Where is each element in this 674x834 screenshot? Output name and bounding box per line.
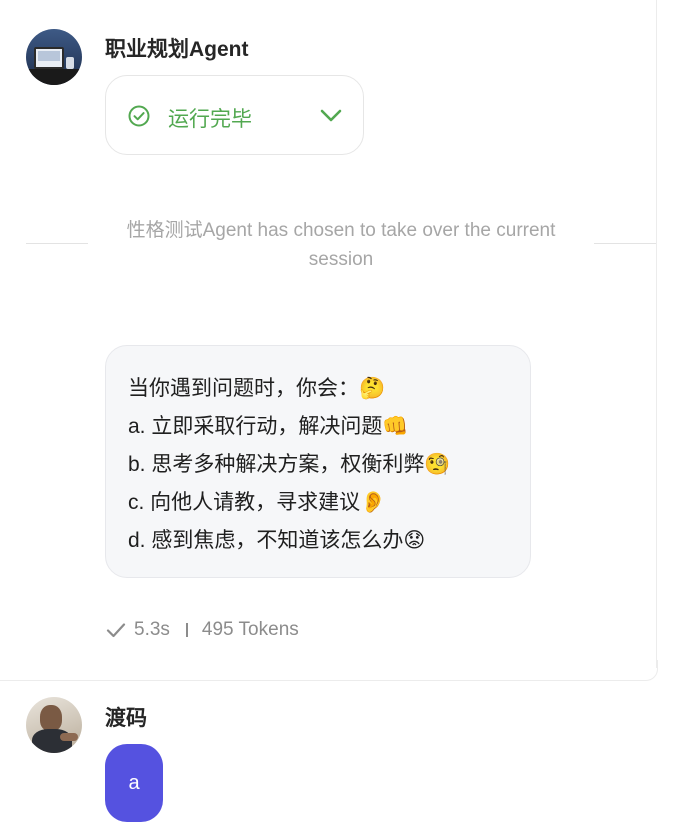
desk-graphic bbox=[26, 69, 82, 85]
checkmark-icon bbox=[106, 623, 126, 638]
response-duration: 5.3s bbox=[134, 619, 170, 640]
token-count: 495 Tokens bbox=[201, 619, 299, 640]
message-line: c. 向他人请教，寻求建议👂 bbox=[128, 491, 387, 514]
system-notice: 性格测试Agent has chosen to take over the cu… bbox=[126, 220, 556, 270]
run-status-toggle[interactable]: 运行完毕 bbox=[105, 75, 364, 155]
run-status-label: 运行完毕 bbox=[168, 108, 252, 131]
monitor-graphic bbox=[34, 47, 64, 69]
lamp-graphic bbox=[66, 57, 74, 69]
user-head-graphic bbox=[40, 705, 62, 731]
panel-divider bbox=[0, 680, 646, 681]
message-bubble: 当你遇到问题时，你会：🤔 a. 立即采取行动，解决问题👊 b. 思考多种解决方案… bbox=[105, 345, 531, 578]
user-arm-graphic bbox=[60, 733, 78, 741]
panel-border bbox=[656, 0, 657, 668]
message-line: b. 思考多种解决方案，权衡利弊🧐 bbox=[128, 453, 451, 476]
notice-divider-right bbox=[594, 243, 656, 244]
panel-corner bbox=[637, 660, 658, 681]
user-avatar[interactable] bbox=[26, 697, 82, 753]
user-sender-name: 渡码 bbox=[105, 707, 147, 730]
agent-avatar[interactable] bbox=[26, 29, 82, 85]
chat-page: 职业规划Agent 运行完毕 性格测试Agent has chosen to t… bbox=[0, 0, 674, 834]
chevron-down-icon[interactable] bbox=[319, 106, 343, 126]
check-circle-icon bbox=[128, 105, 150, 127]
message-line: 当你遇到问题时，你会：🤔 bbox=[128, 377, 386, 400]
message-line: d. 感到焦虑，不知道该怎么办😟 bbox=[128, 529, 426, 552]
agent-sender-name: 职业规划Agent bbox=[105, 38, 249, 61]
message-meta: 5.3s 495 Tokens bbox=[106, 618, 299, 642]
user-message-bubble: a bbox=[105, 744, 163, 822]
notice-divider-left bbox=[26, 243, 88, 244]
message-line: a. 立即采取行动，解决问题👊 bbox=[128, 415, 409, 438]
meta-separator bbox=[185, 623, 188, 637]
